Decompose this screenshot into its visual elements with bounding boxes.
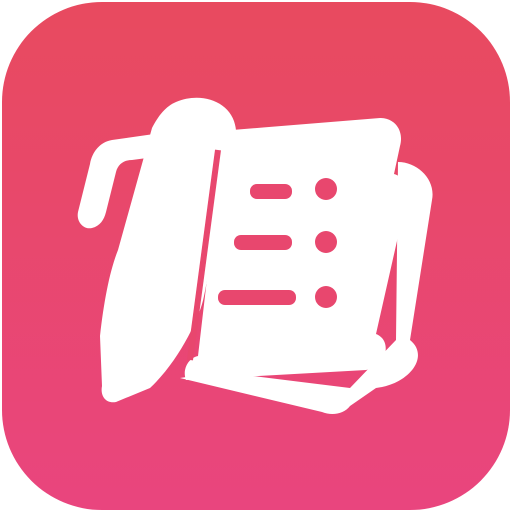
- list-bullet-3: [315, 286, 337, 308]
- notes-list-with-pen-icon: [2, 2, 510, 510]
- stage: [0, 0, 512, 512]
- list-bullet-2: [315, 231, 337, 253]
- list-line-1: [250, 184, 292, 199]
- app-icon[interactable]: [0, 0, 512, 512]
- list-line-2: [234, 235, 292, 250]
- list-bullet-1: [315, 178, 337, 200]
- list-line-3: [218, 290, 296, 305]
